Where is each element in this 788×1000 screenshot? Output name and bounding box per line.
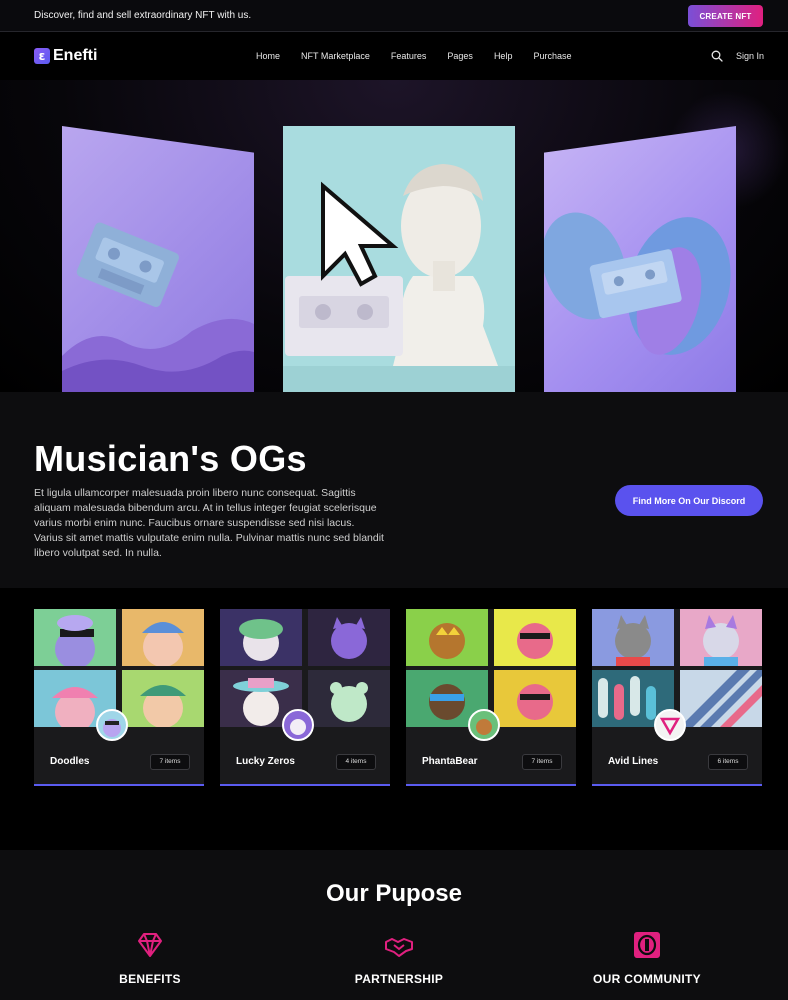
section-description: Et ligula ullamcorper malesuada proin li… xyxy=(34,487,384,559)
thumbnail xyxy=(34,609,116,666)
thumbnail xyxy=(308,609,390,666)
main-navigation: ɛ Enefti Home NFT Marketplace Features P… xyxy=(0,33,788,79)
our-purpose-section: Our Pupose BENEFITS PARTNERSHIP OUR COMM… xyxy=(0,850,788,1000)
collection-thumbnails xyxy=(406,609,576,727)
nav-menu: Home NFT Marketplace Features Pages Help… xyxy=(256,51,592,61)
thumbnail xyxy=(308,670,390,727)
collection-item-count: 7 items xyxy=(522,754,562,770)
thumbnail xyxy=(494,609,576,666)
purpose-community: OUR COMMUNITY xyxy=(547,930,747,986)
nav-item-purchase[interactable]: Purchase xyxy=(533,51,571,61)
handshake-icon xyxy=(385,938,413,957)
nav-item-pages[interactable]: Pages xyxy=(447,51,473,61)
sign-in-link[interactable]: Sign In xyxy=(736,51,764,61)
purpose-benefits: BENEFITS xyxy=(50,930,250,986)
collection-avatar xyxy=(654,709,686,741)
collection-name: Avid Lines xyxy=(608,756,659,767)
create-nft-button[interactable]: CREATE NFT xyxy=(688,5,763,27)
collection-avatar xyxy=(96,709,128,741)
hero-image-statue-cursor xyxy=(283,126,515,392)
purpose-label: BENEFITS xyxy=(119,972,181,986)
thumbnail xyxy=(122,670,204,727)
purpose-label: PARTNERSHIP xyxy=(354,972,444,986)
section-heading: Musician's OGs xyxy=(34,438,307,479)
thumbnail xyxy=(680,670,762,727)
collection-thumbnails xyxy=(592,609,762,727)
collection-item-count: 6 items xyxy=(708,754,748,770)
hero-image-leaves-cassette xyxy=(544,126,736,392)
hero-image-cassette-waves xyxy=(62,126,254,392)
collection-item-count: 7 items xyxy=(150,754,190,770)
tagline: Discover, find and sell extraordinary NF… xyxy=(34,10,252,21)
thumbnail xyxy=(406,609,488,666)
top-announcement-bar: Discover, find and sell extraordinary NF… xyxy=(0,0,788,32)
search-icon[interactable] xyxy=(711,50,723,62)
community-coin-icon xyxy=(634,932,660,958)
nav-item-help[interactable]: Help xyxy=(494,51,513,61)
nav-item-nft-marketplace[interactable]: NFT Marketplace xyxy=(301,51,370,61)
purpose-label: OUR COMMUNITY xyxy=(593,972,701,986)
nav-item-features[interactable]: Features xyxy=(391,51,427,61)
collection-avatar xyxy=(282,709,314,741)
thumbnail xyxy=(592,609,674,666)
purpose-partnership: PARTNERSHIP xyxy=(299,930,499,986)
collection-thumbnails xyxy=(220,609,390,727)
thumbnail xyxy=(494,670,576,727)
thumbnail xyxy=(680,609,762,666)
diamond-icon xyxy=(138,933,162,957)
discord-button[interactable]: Find More On Our Discord xyxy=(615,485,763,516)
collection-name: Lucky Zeros xyxy=(236,756,295,767)
collections-section: Doodles 7 items Lucky Zeros 4 items Phan… xyxy=(0,588,788,850)
collection-card-phantabear[interactable]: PhantaBear 7 items xyxy=(406,609,576,786)
collection-name: PhantaBear xyxy=(422,756,478,767)
thumbnail xyxy=(220,609,302,666)
thumbnail xyxy=(122,609,204,666)
collection-card-lucky-zeros[interactable]: Lucky Zeros 4 items xyxy=(220,609,390,786)
collection-avatar xyxy=(468,709,500,741)
collection-name: Doodles xyxy=(50,756,90,767)
logo-text: Enefti xyxy=(53,47,98,64)
logo-mark: ɛ xyxy=(34,48,50,64)
nav-item-home[interactable]: Home xyxy=(256,51,280,61)
collection-thumbnails xyxy=(34,609,204,727)
collection-card-avid-lines[interactable]: Avid Lines 6 items xyxy=(592,609,762,786)
musicians-og-section: Musician's OGs Et ligula ullamcorper mal… xyxy=(0,392,788,588)
logo[interactable]: ɛ Enefti xyxy=(34,47,97,65)
collection-item-count: 4 items xyxy=(336,754,376,770)
collection-card-doodles[interactable]: Doodles 7 items xyxy=(34,609,204,786)
section-heading: Our Pupose xyxy=(325,880,463,907)
hero-showcase xyxy=(0,80,788,392)
